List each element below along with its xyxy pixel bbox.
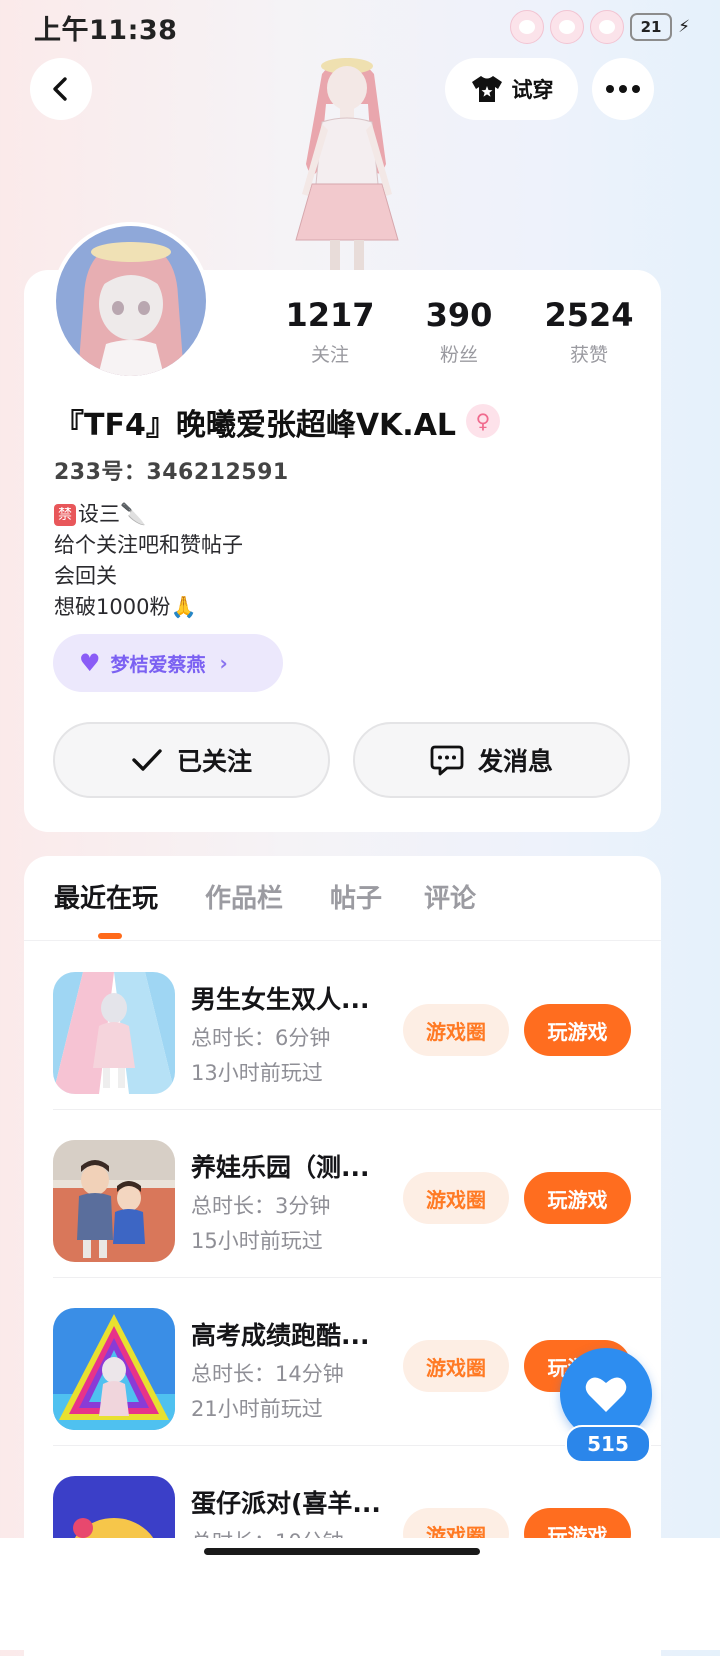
game-circle-button[interactable]: 游戏圈: [403, 1172, 509, 1224]
profile-avatar[interactable]: [52, 222, 210, 380]
heart-icon: ♥: [79, 649, 101, 677]
avatar-character-illustration: [295, 58, 399, 270]
stat-label: 粉丝: [439, 344, 478, 366]
bio-line: 会回关: [54, 564, 117, 588]
game-last-played: 13小时前玩过: [191, 1061, 323, 1085]
game-cover-image: [53, 1308, 175, 1430]
chevron-left-icon: [53, 77, 67, 101]
followed-label: 已关注: [176, 747, 252, 776]
game-list-item[interactable]: 男生女生双人... 总时长：6分钟 13小时前玩过 游戏圈 玩游戏: [24, 942, 661, 1110]
profile-nickname: 『TF4』晚曦爱张超峰VK.AL: [54, 408, 457, 443]
bio-line: 想破1000粉🙏: [54, 595, 197, 619]
heart-icon: [585, 1377, 627, 1412]
more-options-button[interactable]: [592, 58, 654, 120]
battery-icon: 21: [630, 13, 673, 41]
bio-line: 禁设三🔪: [54, 498, 146, 528]
charging-icon: ⚡: [678, 17, 690, 37]
tab-divider: [24, 940, 661, 941]
game-thumbnail: [53, 972, 175, 1094]
game-title: 男生女生双人...: [191, 985, 370, 1014]
send-message-label: 发消息: [477, 747, 553, 776]
active-tab-indicator: [98, 933, 122, 939]
game-duration: 总时长：3分钟: [191, 1194, 331, 1218]
cp-label: 梦桔爱蔡燕: [110, 653, 206, 676]
game-circle-button[interactable]: 游戏圈: [403, 1004, 509, 1056]
more-dots-icon: [606, 85, 640, 93]
status-indicators: 21 ⚡: [510, 10, 690, 44]
game-list-item[interactable]: 高考成绩跑酷... 总时长：14分钟 21小时前玩过 游戏圈 玩游戏: [24, 1278, 661, 1446]
user-id: 233号：346212591: [54, 460, 289, 485]
like-count-badge: 515: [565, 1425, 651, 1463]
avatar-image: [56, 226, 206, 376]
stat-label: 获赞: [569, 344, 608, 366]
tab-recently-played[interactable]: 最近在玩: [54, 878, 158, 915]
stat-value: 1217: [285, 296, 375, 334]
stat-following[interactable]: 1217 关注: [265, 296, 395, 367]
game-duration: 总时长：6分钟: [191, 1026, 331, 1050]
game-circle-button[interactable]: 游戏圈: [403, 1340, 509, 1392]
stat-value: 2524: [544, 296, 634, 334]
bio-line: 给个关注吧和赞帖子: [54, 533, 243, 557]
tab-posts[interactable]: 帖子: [330, 878, 382, 915]
tab-works[interactable]: 作品栏: [205, 878, 283, 915]
game-last-played: 21小时前玩过: [191, 1397, 323, 1421]
cp-relationship-pill[interactable]: ♥ 梦桔爱蔡燕 ›: [53, 634, 283, 692]
game-cover-image: [53, 1140, 175, 1262]
followed-button[interactable]: 已关注: [53, 722, 330, 798]
game-duration: 总时长：14分钟: [191, 1362, 344, 1386]
chevron-right-icon: ›: [219, 651, 228, 675]
game-list-item[interactable]: 养娃乐园（测... 总时长：3分钟 15小时前玩过 游戏圈 玩游戏: [24, 1110, 661, 1278]
chat-bubble-icon: [430, 745, 464, 776]
game-cover-image: [53, 972, 175, 1094]
stat-value: 390: [425, 296, 493, 334]
back-button[interactable]: [30, 58, 92, 120]
game-title: 蛋仔派对(喜羊...: [191, 1489, 381, 1518]
game-title: 高考成绩跑酷...: [191, 1321, 370, 1350]
bio-text: 设三🔪: [78, 502, 147, 526]
play-game-button[interactable]: 玩游戏: [524, 1172, 631, 1224]
tab-comments[interactable]: 评论: [424, 878, 476, 915]
tshirt-icon: [471, 76, 502, 102]
ban-badge-icon: 禁: [54, 504, 76, 526]
game-thumbnail: [53, 1308, 175, 1430]
send-message-button[interactable]: 发消息: [353, 722, 630, 798]
notification-avatar-icon: [590, 10, 625, 44]
home-indicator[interactable]: [204, 1548, 480, 1555]
checkmark-icon: [132, 749, 162, 771]
female-gender-icon: ♀: [466, 404, 500, 438]
play-game-button[interactable]: 玩游戏: [524, 1004, 631, 1056]
try-on-label: 试穿: [511, 78, 554, 102]
try-on-button[interactable]: 试穿: [445, 58, 578, 120]
game-last-played: 15小时前玩过: [191, 1229, 323, 1253]
stat-likes[interactable]: 2524 获赞: [524, 296, 654, 367]
stat-fans[interactable]: 390 粉丝: [394, 296, 524, 367]
status-time: 上午11:38: [34, 15, 178, 46]
notification-avatar-icon: [510, 10, 545, 44]
game-thumbnail: [53, 1140, 175, 1262]
stat-label: 关注: [310, 344, 349, 366]
notification-avatar-icon: [550, 10, 585, 44]
game-title: 养娃乐园（测...: [191, 1153, 370, 1182]
